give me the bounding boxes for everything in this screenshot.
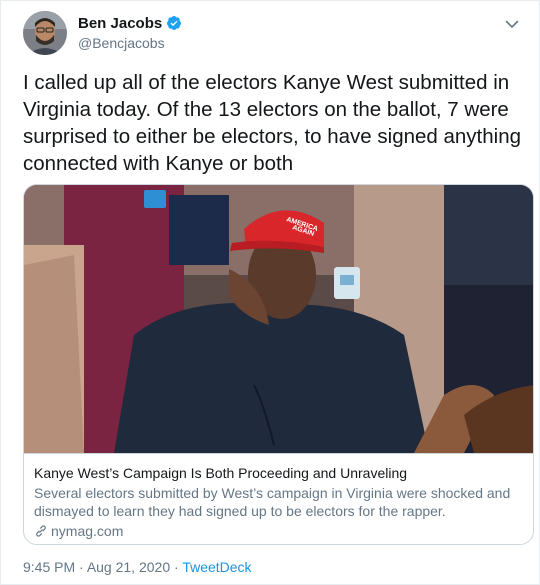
author-names: Ben Jacobs @Bencjacobs — [78, 13, 182, 51]
avatar-image — [23, 11, 67, 55]
tweet-meta: 9:45 PM · Aug 21, 2020 · TweetDeck — [23, 559, 252, 575]
tweet-header: Ben Jacobs @Bencjacobs — [23, 11, 523, 57]
card-image[interactable]: AMERICA AGAIN — [24, 185, 533, 453]
card-domain: nymag.com — [34, 522, 525, 540]
chevron-down-icon[interactable] — [503, 15, 521, 33]
card-photo: AMERICAAGAIN — [24, 185, 533, 453]
tweet-source-link[interactable]: TweetDeck — [182, 559, 251, 575]
handle[interactable]: @Bencjacobs — [78, 35, 182, 51]
card-domain-text[interactable]: nymag.com — [51, 522, 123, 540]
meta-separator-2: · — [170, 559, 183, 575]
card-title[interactable]: Kanye West’s Campaign Is Both Proceeding… — [34, 464, 525, 482]
meta-separator: · — [75, 559, 87, 575]
card-description: Several electors submitted by West’s cam… — [34, 485, 511, 519]
verified-badge-icon — [166, 15, 182, 31]
name-row: Ben Jacobs — [78, 13, 182, 33]
tweet-time[interactable]: 9:45 PM — [23, 559, 75, 575]
tweet-date[interactable]: Aug 21, 2020 — [87, 559, 170, 575]
tweet-container: Ben Jacobs @Bencjacobs I called up all o… — [0, 0, 540, 585]
link-icon — [34, 524, 48, 538]
avatar[interactable] — [23, 11, 67, 55]
tweet-text: I called up all of the electors Kanye We… — [23, 71, 521, 175]
link-card[interactable]: AMERICA AGAIN Kanye West’s Campaign Is Bo… — [23, 184, 534, 545]
display-name[interactable]: Ben Jacobs — [78, 15, 162, 32]
card-body: Kanye West’s Campaign Is Both Proceeding… — [24, 453, 533, 544]
